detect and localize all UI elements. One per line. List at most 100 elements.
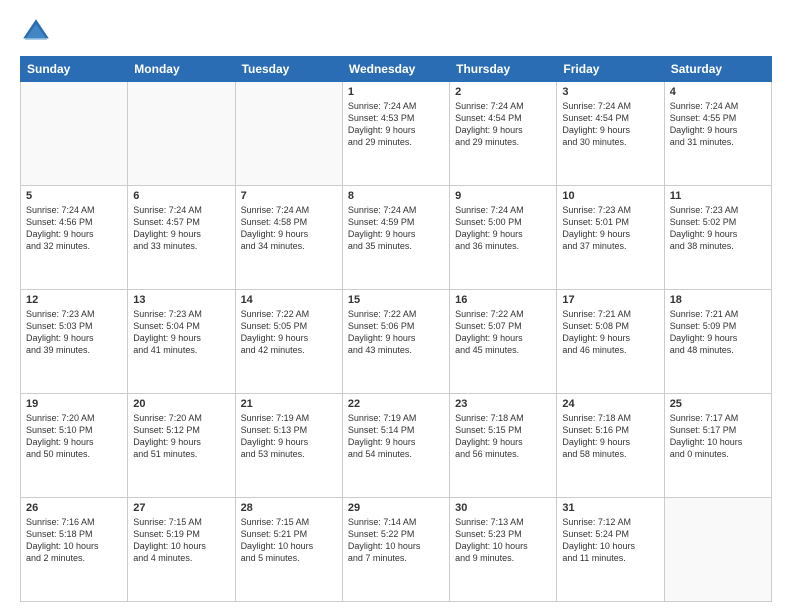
day-number: 3	[562, 86, 658, 98]
page: SundayMondayTuesdayWednesdayThursdayFrid…	[0, 0, 792, 612]
day-info: Sunrise: 7:19 AM Sunset: 5:14 PM Dayligh…	[348, 412, 444, 461]
day-info: Sunrise: 7:15 AM Sunset: 5:21 PM Dayligh…	[241, 516, 337, 565]
day-cell-4: 4 Sunrise: 7:24 AM Sunset: 4:55 PM Daylig…	[664, 82, 771, 186]
day-info: Sunrise: 7:23 AM Sunset: 5:04 PM Dayligh…	[133, 308, 229, 357]
day-number: 13	[133, 294, 229, 306]
day-number: 23	[455, 398, 551, 410]
day-info: Sunrise: 7:24 AM Sunset: 4:54 PM Dayligh…	[562, 100, 658, 149]
day-cell-18: 18 Sunrise: 7:21 AM Sunset: 5:09 PM Dayli…	[664, 290, 771, 394]
day-cell-21: 21Sunrise: 7:19 AM Sunset: 5:13 PM Dayli…	[235, 394, 342, 498]
day-cell-13: 13 Sunrise: 7:23 AM Sunset: 5:04 PM Dayli…	[128, 290, 235, 394]
weekday-header-tuesday: Tuesday	[235, 57, 342, 82]
day-info: Sunrise: 7:24 AM Sunset: 4:56 PM Dayligh…	[26, 204, 122, 253]
day-info: Sunrise: 7:12 AM Sunset: 5:24 PM Dayligh…	[562, 516, 658, 565]
day-number: 26	[26, 502, 122, 514]
day-info: Sunrise: 7:22 AM Sunset: 5:05 PM Dayligh…	[241, 308, 337, 357]
week-row-2: 5 Sunrise: 7:24 AM Sunset: 4:56 PM Daylig…	[21, 186, 772, 290]
day-info: Sunrise: 7:24 AM Sunset: 4:58 PM Dayligh…	[241, 204, 337, 253]
day-cell-7: 7 Sunrise: 7:24 AM Sunset: 4:58 PM Daylig…	[235, 186, 342, 290]
day-cell-26: 26 Sunrise: 7:16 AM Sunset: 5:18 PM Dayli…	[21, 498, 128, 602]
weekday-header-sunday: Sunday	[21, 57, 128, 82]
weekday-header-row: SundayMondayTuesdayWednesdayThursdayFrid…	[21, 57, 772, 82]
day-number: 29	[348, 502, 444, 514]
day-info: Sunrise: 7:16 AM Sunset: 5:18 PM Dayligh…	[26, 516, 122, 565]
day-cell-19: 19 Sunrise: 7:20 AM Sunset: 5:10 PM Dayli…	[21, 394, 128, 498]
day-info: Sunrise: 7:24 AM Sunset: 4:55 PM Dayligh…	[670, 100, 766, 149]
day-number: 20	[133, 398, 229, 410]
day-cell-9: 9 Sunrise: 7:24 AM Sunset: 5:00 PM Daylig…	[450, 186, 557, 290]
day-number: 21	[241, 398, 337, 410]
day-number: 25	[670, 398, 766, 410]
day-number: 11	[670, 190, 766, 202]
empty-cell	[235, 82, 342, 186]
day-cell-12: 12Sunrise: 7:23 AM Sunset: 5:03 PM Dayli…	[21, 290, 128, 394]
day-info: Sunrise: 7:22 AM Sunset: 5:06 PM Dayligh…	[348, 308, 444, 357]
day-number: 6	[133, 190, 229, 202]
day-info: Sunrise: 7:21 AM Sunset: 5:09 PM Dayligh…	[670, 308, 766, 357]
day-cell-22: 22 Sunrise: 7:19 AM Sunset: 5:14 PM Dayli…	[342, 394, 449, 498]
day-number: 14	[241, 294, 337, 306]
day-cell-29: 29 Sunrise: 7:14 AM Sunset: 5:22 PM Dayli…	[342, 498, 449, 602]
day-cell-16: 16Sunrise: 7:22 AM Sunset: 5:07 PM Dayli…	[450, 290, 557, 394]
day-number: 7	[241, 190, 337, 202]
day-info: Sunrise: 7:13 AM Sunset: 5:23 PM Dayligh…	[455, 516, 551, 565]
empty-cell	[21, 82, 128, 186]
day-info: Sunrise: 7:24 AM Sunset: 4:57 PM Dayligh…	[133, 204, 229, 253]
day-number: 28	[241, 502, 337, 514]
day-info: Sunrise: 7:18 AM Sunset: 5:15 PM Dayligh…	[455, 412, 551, 461]
day-cell-24: 24 Sunrise: 7:18 AM Sunset: 5:16 PM Dayli…	[557, 394, 664, 498]
day-info: Sunrise: 7:20 AM Sunset: 5:10 PM Dayligh…	[26, 412, 122, 461]
week-row-3: 12Sunrise: 7:23 AM Sunset: 5:03 PM Dayli…	[21, 290, 772, 394]
day-number: 30	[455, 502, 551, 514]
day-number: 17	[562, 294, 658, 306]
day-info: Sunrise: 7:18 AM Sunset: 5:16 PM Dayligh…	[562, 412, 658, 461]
day-info: Sunrise: 7:22 AM Sunset: 5:07 PM Dayligh…	[455, 308, 551, 357]
day-number: 4	[670, 86, 766, 98]
empty-cell	[664, 498, 771, 602]
empty-cell	[128, 82, 235, 186]
day-cell-30: 30 Sunrise: 7:13 AM Sunset: 5:23 PM Dayli…	[450, 498, 557, 602]
day-cell-20: 20 Sunrise: 7:20 AM Sunset: 5:12 PM Dayli…	[128, 394, 235, 498]
day-number: 22	[348, 398, 444, 410]
day-info: Sunrise: 7:21 AM Sunset: 5:08 PM Dayligh…	[562, 308, 658, 357]
day-number: 9	[455, 190, 551, 202]
day-number: 18	[670, 294, 766, 306]
day-number: 5	[26, 190, 122, 202]
day-info: Sunrise: 7:24 AM Sunset: 4:54 PM Dayligh…	[455, 100, 551, 149]
day-number: 1	[348, 86, 444, 98]
day-cell-27: 27 Sunrise: 7:15 AM Sunset: 5:19 PM Dayli…	[128, 498, 235, 602]
day-number: 27	[133, 502, 229, 514]
day-info: Sunrise: 7:17 AM Sunset: 5:17 PM Dayligh…	[670, 412, 766, 461]
day-cell-17: 17 Sunrise: 7:21 AM Sunset: 5:08 PM Dayli…	[557, 290, 664, 394]
week-row-5: 26 Sunrise: 7:16 AM Sunset: 5:18 PM Dayli…	[21, 498, 772, 602]
day-cell-8: 8 Sunrise: 7:24 AM Sunset: 4:59 PM Daylig…	[342, 186, 449, 290]
weekday-header-wednesday: Wednesday	[342, 57, 449, 82]
day-cell-11: 11Sunrise: 7:23 AM Sunset: 5:02 PM Dayli…	[664, 186, 771, 290]
day-cell-3: 3 Sunrise: 7:24 AM Sunset: 4:54 PM Daylig…	[557, 82, 664, 186]
day-cell-28: 28 Sunrise: 7:15 AM Sunset: 5:21 PM Dayli…	[235, 498, 342, 602]
day-info: Sunrise: 7:14 AM Sunset: 5:22 PM Dayligh…	[348, 516, 444, 565]
day-cell-31: 31Sunrise: 7:12 AM Sunset: 5:24 PM Dayli…	[557, 498, 664, 602]
calendar: SundayMondayTuesdayWednesdayThursdayFrid…	[20, 56, 772, 602]
day-number: 2	[455, 86, 551, 98]
day-cell-23: 23 Sunrise: 7:18 AM Sunset: 5:15 PM Dayli…	[450, 394, 557, 498]
header	[20, 16, 772, 48]
day-info: Sunrise: 7:15 AM Sunset: 5:19 PM Dayligh…	[133, 516, 229, 565]
day-number: 15	[348, 294, 444, 306]
day-info: Sunrise: 7:20 AM Sunset: 5:12 PM Dayligh…	[133, 412, 229, 461]
day-number: 8	[348, 190, 444, 202]
day-cell-25: 25 Sunrise: 7:17 AM Sunset: 5:17 PM Dayli…	[664, 394, 771, 498]
day-cell-10: 10Sunrise: 7:23 AM Sunset: 5:01 PM Dayli…	[557, 186, 664, 290]
day-info: Sunrise: 7:24 AM Sunset: 5:00 PM Dayligh…	[455, 204, 551, 253]
day-number: 19	[26, 398, 122, 410]
day-cell-2: 2 Sunrise: 7:24 AM Sunset: 4:54 PM Daylig…	[450, 82, 557, 186]
day-cell-1: 1Sunrise: 7:24 AM Sunset: 4:53 PM Daylig…	[342, 82, 449, 186]
weekday-header-saturday: Saturday	[664, 57, 771, 82]
logo	[20, 16, 56, 48]
weekday-header-friday: Friday	[557, 57, 664, 82]
day-number: 24	[562, 398, 658, 410]
logo-icon	[20, 16, 52, 48]
day-cell-15: 15 Sunrise: 7:22 AM Sunset: 5:06 PM Dayli…	[342, 290, 449, 394]
week-row-4: 19 Sunrise: 7:20 AM Sunset: 5:10 PM Dayli…	[21, 394, 772, 498]
day-info: Sunrise: 7:24 AM Sunset: 4:59 PM Dayligh…	[348, 204, 444, 253]
